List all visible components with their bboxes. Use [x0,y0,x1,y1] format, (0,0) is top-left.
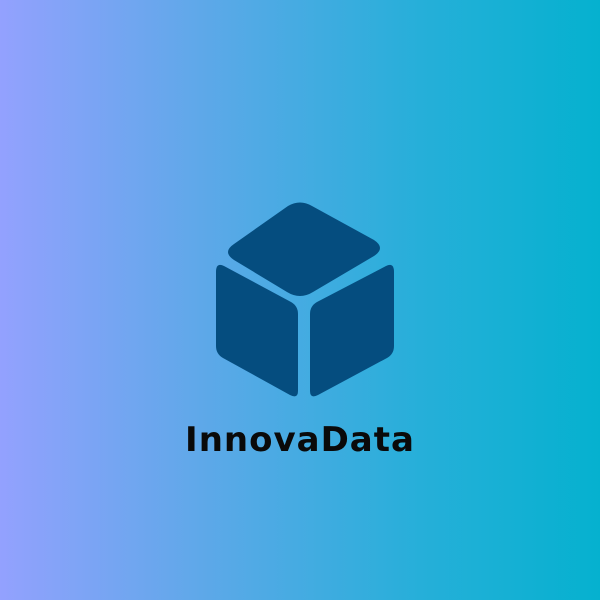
brand-name: InnovaData [185,420,415,460]
logo-canvas: InnovaData [0,0,600,600]
cube-icon [216,202,394,397]
